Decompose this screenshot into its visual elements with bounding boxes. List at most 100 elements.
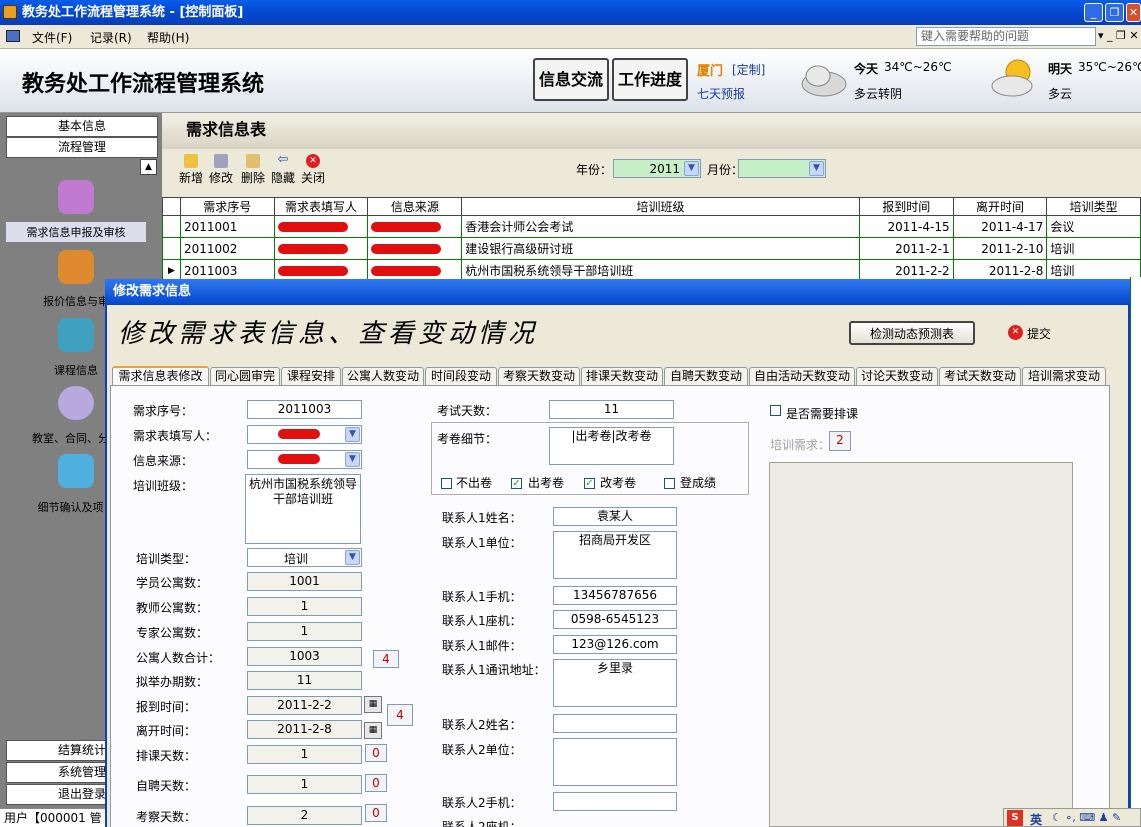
tab-exam[interactable]: 考试天数变动	[939, 367, 1021, 386]
menu-record[interactable]: 记录(R)	[90, 29, 132, 46]
detect-forecast-button[interactable]: 检测动态预测表	[849, 321, 975, 345]
visit-field[interactable]: 2	[247, 806, 362, 825]
col-header[interactable]: 培训班级	[461, 197, 860, 216]
c1-phone-field[interactable]: 0598-6545123	[553, 610, 677, 629]
stu-field[interactable]: 1001	[247, 572, 362, 591]
exam-field[interactable]: 11	[549, 400, 674, 419]
delete-icon	[246, 154, 260, 168]
tab-course[interactable]: 排课天数变动	[581, 367, 663, 386]
books-icon[interactable]	[58, 318, 94, 352]
calendar-icon[interactable]: ▦	[364, 696, 382, 713]
c2-name-field[interactable]	[553, 714, 677, 733]
col-header[interactable]: 离开时间	[952, 197, 1048, 216]
arrive-field[interactable]: 2011-2-2	[247, 696, 362, 715]
c1-addr-field[interactable]: 乡里录	[553, 659, 677, 707]
c1-unit-field[interactable]: 招商局开发区	[553, 531, 677, 579]
filler-select[interactable]: ▼	[247, 425, 362, 444]
weather-customize-link[interactable]: [定制]	[732, 61, 765, 78]
need-details-area[interactable]	[769, 462, 1073, 827]
source-select[interactable]: ▼	[247, 450, 362, 469]
col-header[interactable]: 信息来源	[367, 197, 463, 216]
type-select[interactable]: 培训 ▼	[247, 548, 362, 567]
close-icon[interactable]: ✕	[1126, 3, 1141, 22]
col-header[interactable]: 需求序号	[179, 197, 275, 216]
paper-field[interactable]: |出考卷|改考卷	[549, 427, 674, 465]
weather-city[interactable]: 厦门	[697, 60, 723, 79]
grid-edge	[1130, 277, 1141, 808]
sidebar-basic-info[interactable]: 基本信息	[6, 116, 158, 137]
weather-forecast-link[interactable]: 七天预报	[697, 85, 745, 102]
shapes-icon[interactable]	[58, 454, 94, 488]
tab-apartment[interactable]: 公寓人数变动	[342, 367, 424, 386]
tea-field[interactable]: 1	[247, 597, 362, 616]
tab-hire[interactable]: 自聘天数变动	[664, 367, 748, 386]
sidebar-item-requirements[interactable]: 需求信息申报及审核	[6, 222, 146, 242]
menu-file[interactable]: 文件(F)	[32, 29, 72, 46]
submit-icon[interactable]: ✕	[1008, 325, 1023, 340]
c1-mobile-field[interactable]: 13456787656	[553, 586, 677, 605]
submit-button[interactable]: 提交	[1027, 325, 1051, 342]
add-button[interactable]: 新增	[176, 154, 206, 186]
tomorrow-temp: 35℃~26℃	[1078, 60, 1141, 74]
ime-tools-icon[interactable]: ☾ ∘, ⌨ ♟ ✎	[1052, 811, 1121, 824]
sidebar-scroll-up-icon[interactable]: ▲	[140, 159, 157, 175]
tab-period[interactable]: 时间段变动	[425, 367, 497, 386]
calendar-icon[interactable]: ▦	[364, 722, 382, 739]
redacted-mark	[278, 454, 320, 464]
table-row[interactable]: 2011002 建设银行高级研讨班 2011-2-1 2011-2-10 培训	[162, 237, 1141, 260]
col-header[interactable]: 培训类型	[1046, 197, 1141, 216]
minimize-icon[interactable]: _	[1084, 3, 1103, 22]
sidebar-process[interactable]: 流程管理	[6, 137, 158, 158]
tab-need[interactable]: 培训需求变动	[1022, 367, 1106, 386]
info-exchange-button[interactable]: 信息交流	[533, 58, 609, 101]
tab-review[interactable]: 同心圆审完	[210, 367, 280, 386]
menu-help[interactable]: 帮助(H)	[147, 29, 189, 46]
ime-lang[interactable]: 英	[1030, 811, 1042, 827]
period-field[interactable]: 11	[247, 671, 362, 690]
total-field[interactable]: 1003	[247, 647, 362, 666]
help-search-input[interactable]: 键入需要帮助的问题	[916, 27, 1096, 46]
score-checkbox[interactable]	[664, 478, 675, 489]
month-select[interactable]: ▼	[738, 159, 826, 178]
course-field[interactable]: 1	[247, 745, 362, 764]
hire-field[interactable]: 1	[247, 775, 362, 794]
hide-button[interactable]: ⇦ 隐藏	[268, 153, 298, 186]
work-progress-button[interactable]: 工作进度	[612, 58, 688, 101]
edit-button[interactable]: 修改	[206, 154, 236, 186]
tab-free[interactable]: 自由活动天数变动	[749, 367, 855, 386]
mdi-controls[interactable]: ▾ _ ❐ ✕	[1098, 29, 1139, 42]
exp-field[interactable]: 1	[247, 622, 362, 641]
col-header[interactable]: 报到时间	[858, 197, 954, 216]
sogou-icon[interactable]: S	[1007, 810, 1023, 826]
year-select[interactable]: 2011 ▼	[613, 159, 701, 178]
close-circle-icon: ✕	[306, 154, 320, 168]
class-textarea[interactable]: 杭州市国税系统领导干部培训班	[245, 474, 361, 544]
table-row[interactable]: 2011001 香港会计师公会考试 2011-4-15 2011-4-17 会议	[162, 215, 1141, 238]
c1-mail-field[interactable]: 123@126.com	[553, 635, 677, 654]
tab-schedule[interactable]: 课程安排	[281, 367, 341, 386]
no-paper-checkbox[interactable]	[441, 478, 452, 489]
tab-req-edit[interactable]: 需求信息表修改	[112, 366, 209, 386]
cart-icon[interactable]	[58, 180, 94, 214]
req-no-field[interactable]: 2011003	[247, 400, 362, 419]
delete-button[interactable]: 删除	[238, 154, 268, 186]
close-button[interactable]: ✕ 关闭	[298, 154, 328, 186]
leave-field[interactable]: 2011-2-8	[247, 720, 362, 739]
tab-visit[interactable]: 考察天数变动	[498, 367, 580, 386]
col-header[interactable]: 需求表填写人	[273, 197, 369, 216]
grade-paper-checkbox[interactable]: ✓	[584, 478, 595, 489]
c1-name-field[interactable]: 袁某人	[553, 507, 677, 526]
tab-discuss[interactable]: 讨论天数变动	[856, 367, 938, 386]
make-paper-checkbox[interactable]: ✓	[511, 478, 522, 489]
c2-mobile-field[interactable]	[553, 792, 677, 811]
restore-icon[interactable]: ❐	[1105, 3, 1124, 22]
cloudy-icon	[798, 60, 848, 98]
c2-unit-field[interactable]	[553, 738, 677, 786]
redacted-mark	[278, 429, 320, 439]
need-schedule-checkbox[interactable]	[770, 405, 781, 416]
ime-toolbar[interactable]: S 英 ☾ ∘, ⌨ ♟ ✎	[1003, 808, 1141, 827]
classroom-icon[interactable]	[58, 386, 94, 420]
quote-icon[interactable]	[58, 250, 94, 284]
app-icon	[3, 5, 17, 19]
visit-badge: 0	[365, 804, 387, 822]
